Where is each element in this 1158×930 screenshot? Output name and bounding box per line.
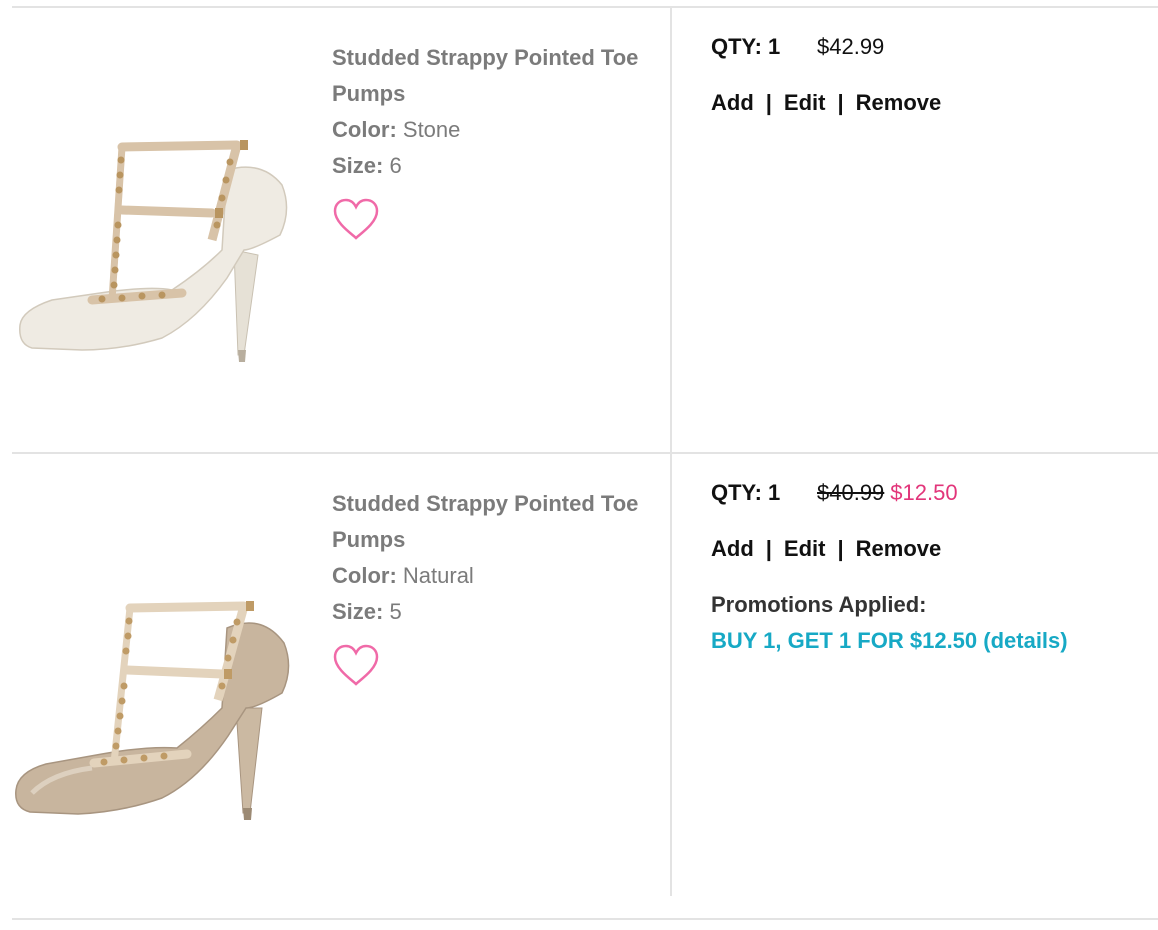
product-name[interactable]: Studded Strappy Pointed Toe Pumps	[332, 486, 668, 558]
product-image[interactable]	[12, 558, 297, 838]
remove-link[interactable]: Remove	[856, 536, 942, 561]
add-link[interactable]: Add	[711, 90, 754, 115]
product-size: Size: 6	[332, 148, 668, 184]
promotion-details-link[interactable]: BUY 1, GET 1 FOR $12.50 (details)	[711, 626, 1068, 656]
remove-link[interactable]: Remove	[856, 90, 942, 115]
heart-icon[interactable]	[332, 644, 380, 688]
cart-item: Studded Strappy Pointed Toe Pumps Color:…	[0, 446, 1158, 918]
bottom-divider	[12, 918, 1158, 920]
add-link[interactable]: Add	[711, 536, 754, 561]
item-price: $42.99	[817, 32, 884, 62]
item-actions: Add | Edit | Remove	[711, 534, 941, 564]
quantity: QTY: 1	[711, 32, 780, 62]
qty-label: QTY: 1	[711, 34, 781, 59]
separator: |	[837, 536, 844, 561]
product-details: Studded Strappy Pointed Toe Pumps Color:…	[332, 486, 668, 630]
edit-link[interactable]: Edit	[784, 536, 826, 561]
product-image[interactable]	[12, 100, 297, 380]
product-name[interactable]: Studded Strappy Pointed Toe Pumps	[332, 40, 668, 112]
size-value: 5	[389, 599, 402, 624]
item-price: $40.99 $12.50	[817, 478, 958, 508]
product-color: Color: Stone	[332, 112, 668, 148]
separator: |	[765, 536, 772, 561]
product-size: Size: 5	[332, 594, 668, 630]
separator: |	[837, 90, 844, 115]
color-value: Stone	[402, 117, 461, 142]
price-value: $42.99	[817, 34, 885, 59]
size-label: Size:	[332, 153, 384, 178]
item-actions: Add | Edit | Remove	[711, 88, 941, 118]
color-label: Color:	[332, 117, 397, 142]
quantity: QTY: 1	[711, 478, 780, 508]
size-value: 6	[389, 153, 402, 178]
separator: |	[765, 90, 772, 115]
heart-icon[interactable]	[332, 198, 380, 242]
sale-price: $12.50	[890, 480, 958, 505]
edit-link[interactable]: Edit	[784, 90, 826, 115]
product-details: Studded Strappy Pointed Toe Pumps Color:…	[332, 40, 668, 184]
color-label: Color:	[332, 563, 397, 588]
original-price: $40.99	[817, 480, 885, 505]
product-color: Color: Natural	[332, 558, 668, 594]
size-label: Size:	[332, 599, 384, 624]
cart-item: Studded Strappy Pointed Toe Pumps Color:…	[0, 0, 1158, 452]
promotions-label: Promotions Applied:	[711, 592, 927, 617]
color-value: Natural	[402, 563, 474, 588]
qty-label: QTY: 1	[711, 480, 781, 505]
